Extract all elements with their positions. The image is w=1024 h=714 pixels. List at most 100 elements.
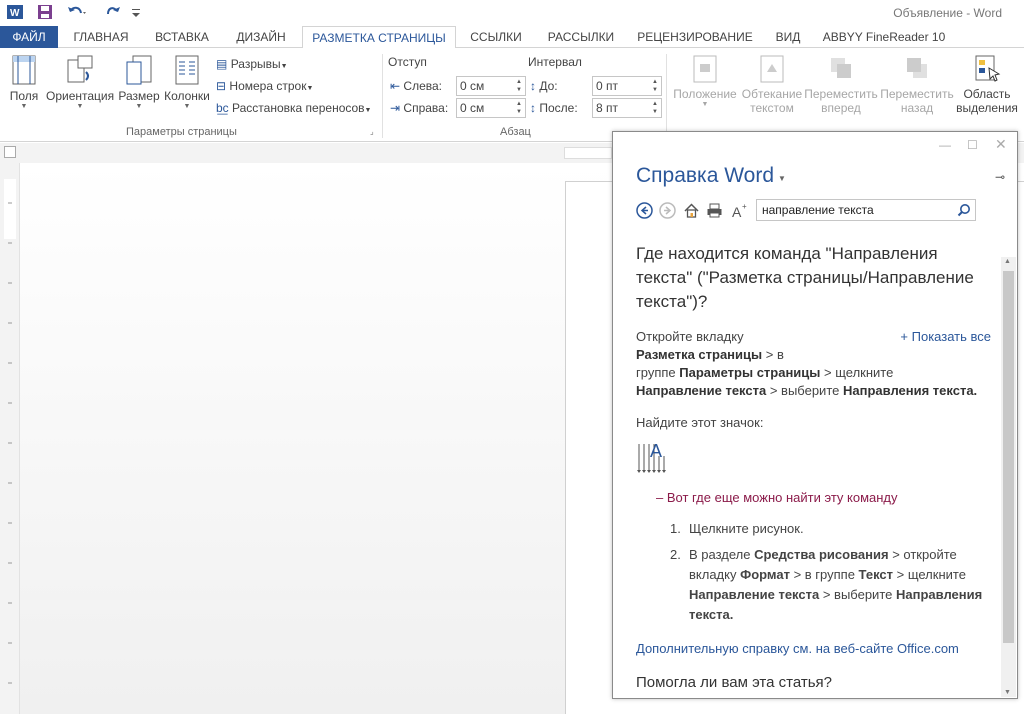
- minimize-icon[interactable]: —: [939, 138, 951, 152]
- tab-view[interactable]: ВИД: [766, 26, 810, 48]
- margins-button[interactable]: Поля ▼: [6, 54, 42, 111]
- breaks-button[interactable]: ▤ Разрывы▼: [216, 54, 288, 74]
- tab-review[interactable]: РЕЦЕНЗИРОВАНИЕ: [632, 26, 758, 48]
- text-direction-icon: A: [637, 442, 666, 473]
- alt-location-link[interactable]: – Вот где еще можно найти эту команду: [636, 490, 993, 505]
- help-search-input[interactable]: направление текста: [756, 199, 976, 221]
- paragraph-group-label: Абзац: [500, 126, 531, 138]
- columns-label: Колонки: [164, 89, 210, 103]
- customize-qat-icon[interactable]: [130, 3, 142, 21]
- tab-selector[interactable]: [4, 146, 16, 158]
- help-title[interactable]: Справка Word: [636, 164, 774, 188]
- size-icon: [126, 55, 152, 85]
- orientation-button[interactable]: Ориентация ▼: [46, 54, 114, 111]
- send-backward-label-2: назад: [900, 101, 934, 115]
- position-label: Положение: [673, 87, 737, 101]
- save-icon[interactable]: [36, 3, 54, 21]
- send-backward-button[interactable]: Переместить назад: [878, 54, 956, 115]
- send-backward-label-1: Переместить: [880, 87, 954, 101]
- list-item: 1. Щелкните рисунок.: [670, 521, 804, 536]
- size-button[interactable]: Размер ▼: [118, 54, 160, 111]
- undo-icon[interactable]: [66, 3, 88, 21]
- tab-design[interactable]: ДИЗАЙН: [226, 26, 296, 48]
- redo-icon[interactable]: [104, 3, 122, 21]
- position-button[interactable]: Положение ▼: [670, 54, 740, 109]
- scrollbar-thumb[interactable]: [1003, 271, 1014, 643]
- home-icon[interactable]: [683, 202, 700, 219]
- wrap-text-label-2: текстом: [750, 101, 794, 115]
- spacing-after-label: ↕ После:: [530, 101, 578, 115]
- selection-pane-icon: [975, 55, 1001, 82]
- group-separator: [666, 54, 667, 138]
- tab-references[interactable]: ССЫЛКИ: [464, 26, 528, 48]
- indent-left-label: ⇤ Слева:: [390, 79, 442, 93]
- font-size-icon[interactable]: A +: [731, 202, 748, 219]
- spacing-before-icon: ↕: [530, 79, 536, 93]
- line-numbers-label: Номера строк: [229, 79, 307, 93]
- svg-text:W: W: [10, 8, 20, 19]
- close-icon[interactable]: ✕: [995, 136, 1007, 153]
- document-title: Объявление - Word: [893, 6, 1002, 20]
- send-backward-icon: [907, 58, 927, 78]
- tab-mailings[interactable]: РАССЫЛКИ: [540, 26, 622, 48]
- indent-label: Отступ: [388, 55, 427, 69]
- find-icon-text: Найдите этот значок:: [636, 415, 764, 430]
- tab-insert[interactable]: ВСТАВКА: [146, 26, 218, 48]
- group-separator: [382, 54, 383, 138]
- tab-page-layout[interactable]: РАЗМЕТКА СТРАНИЦЫ: [302, 26, 456, 49]
- scroll-down-icon[interactable]: ▼: [1004, 689, 1011, 696]
- indent-right-input[interactable]: 0 см ▲ ▼: [456, 98, 526, 118]
- maximize-icon[interactable]: ☐: [967, 138, 978, 152]
- spacing-after-input[interactable]: 8 пт ▲ ▼: [592, 98, 662, 118]
- tab-abbyy[interactable]: ABBYY FineReader 10: [820, 26, 948, 48]
- bring-forward-button[interactable]: Переместить вперед: [804, 54, 878, 115]
- back-icon[interactable]: [636, 202, 653, 219]
- spacing-before-label: ↕ До:: [530, 79, 558, 93]
- more-help-link[interactable]: Дополнительную справку см. на веб-сайте …: [636, 641, 993, 656]
- word-app-icon[interactable]: W: [6, 3, 24, 21]
- selection-pane-label-2: выделения: [956, 101, 1018, 115]
- svg-text:+: +: [742, 202, 747, 211]
- page-setup-launcher-icon[interactable]: ⌟: [370, 127, 374, 136]
- columns-icon: [175, 55, 199, 85]
- feedback-question: Помогла ли вам эта статья?: [636, 674, 833, 691]
- list-item: 2. В разделе Средства рисования > открой…: [670, 547, 983, 622]
- margins-icon: [12, 55, 36, 85]
- line-numbers-button[interactable]: ⊟ Номера строк▼: [216, 76, 313, 96]
- article-instructions: Откройте вкладку Разметка страницы > в г…: [636, 329, 978, 398]
- selection-pane-button[interactable]: Область выделения: [956, 54, 1018, 115]
- help-scrollbar[interactable]: ▲ ▼: [1001, 257, 1016, 697]
- line-numbers-icon: ⊟: [216, 79, 227, 93]
- ribbon: Поля ▼ Ориентация ▼ Размер ▼ Колонки ▼ ▤ Раз…: [0, 48, 1024, 142]
- hyphenation-button[interactable]: b͟c Расстановка переносов▼: [216, 98, 371, 118]
- tab-home[interactable]: ГЛАВНАЯ: [64, 26, 138, 48]
- vertical-ruler-marks: [4, 179, 16, 684]
- breaks-icon: ▤: [216, 57, 228, 71]
- hyphenation-icon: b͟c: [216, 101, 229, 115]
- size-label: Размер: [118, 89, 160, 103]
- spacing-label: Интервал: [528, 55, 582, 69]
- spacing-before-input[interactable]: 0 пт ▲ ▼: [592, 76, 662, 96]
- steps-list: 1. Щелкните рисунок. 2. В разделе Средств…: [636, 519, 993, 625]
- help-article: Где находится команда "Направления текст…: [636, 242, 993, 691]
- position-icon: [693, 55, 717, 83]
- indent-right-label: ⇥ Справа:: [390, 101, 449, 115]
- orientation-icon: [67, 55, 93, 83]
- ribbon-tab-bar: ФАЙЛ ГЛАВНАЯ ВСТАВКА ДИЗАЙН РАЗМЕТКА СТР…: [0, 26, 1024, 49]
- columns-button[interactable]: Колонки ▼: [162, 54, 212, 111]
- margins-label: Поля: [9, 89, 39, 103]
- help-title-dropdown-icon[interactable]: ▼: [778, 174, 786, 183]
- orientation-label: Ориентация: [46, 89, 115, 103]
- forward-icon[interactable]: [659, 202, 676, 219]
- scroll-up-icon[interactable]: ▲: [1004, 258, 1011, 265]
- article-question: Где находится команда "Направления текст…: [636, 244, 974, 311]
- print-icon[interactable]: [706, 202, 723, 219]
- wrap-text-icon: [760, 55, 784, 83]
- tab-file[interactable]: ФАЙЛ: [0, 26, 58, 48]
- search-icon[interactable]: [957, 203, 971, 217]
- indent-left-input[interactable]: 0 см ▲ ▼: [456, 76, 526, 96]
- wrap-text-button[interactable]: Обтекание текстом: [740, 54, 804, 115]
- breaks-label: Разрывы: [230, 57, 281, 71]
- title-bar: W Объявление - Word: [0, 0, 1024, 26]
- pin-icon[interactable]: ⊸: [995, 170, 1005, 184]
